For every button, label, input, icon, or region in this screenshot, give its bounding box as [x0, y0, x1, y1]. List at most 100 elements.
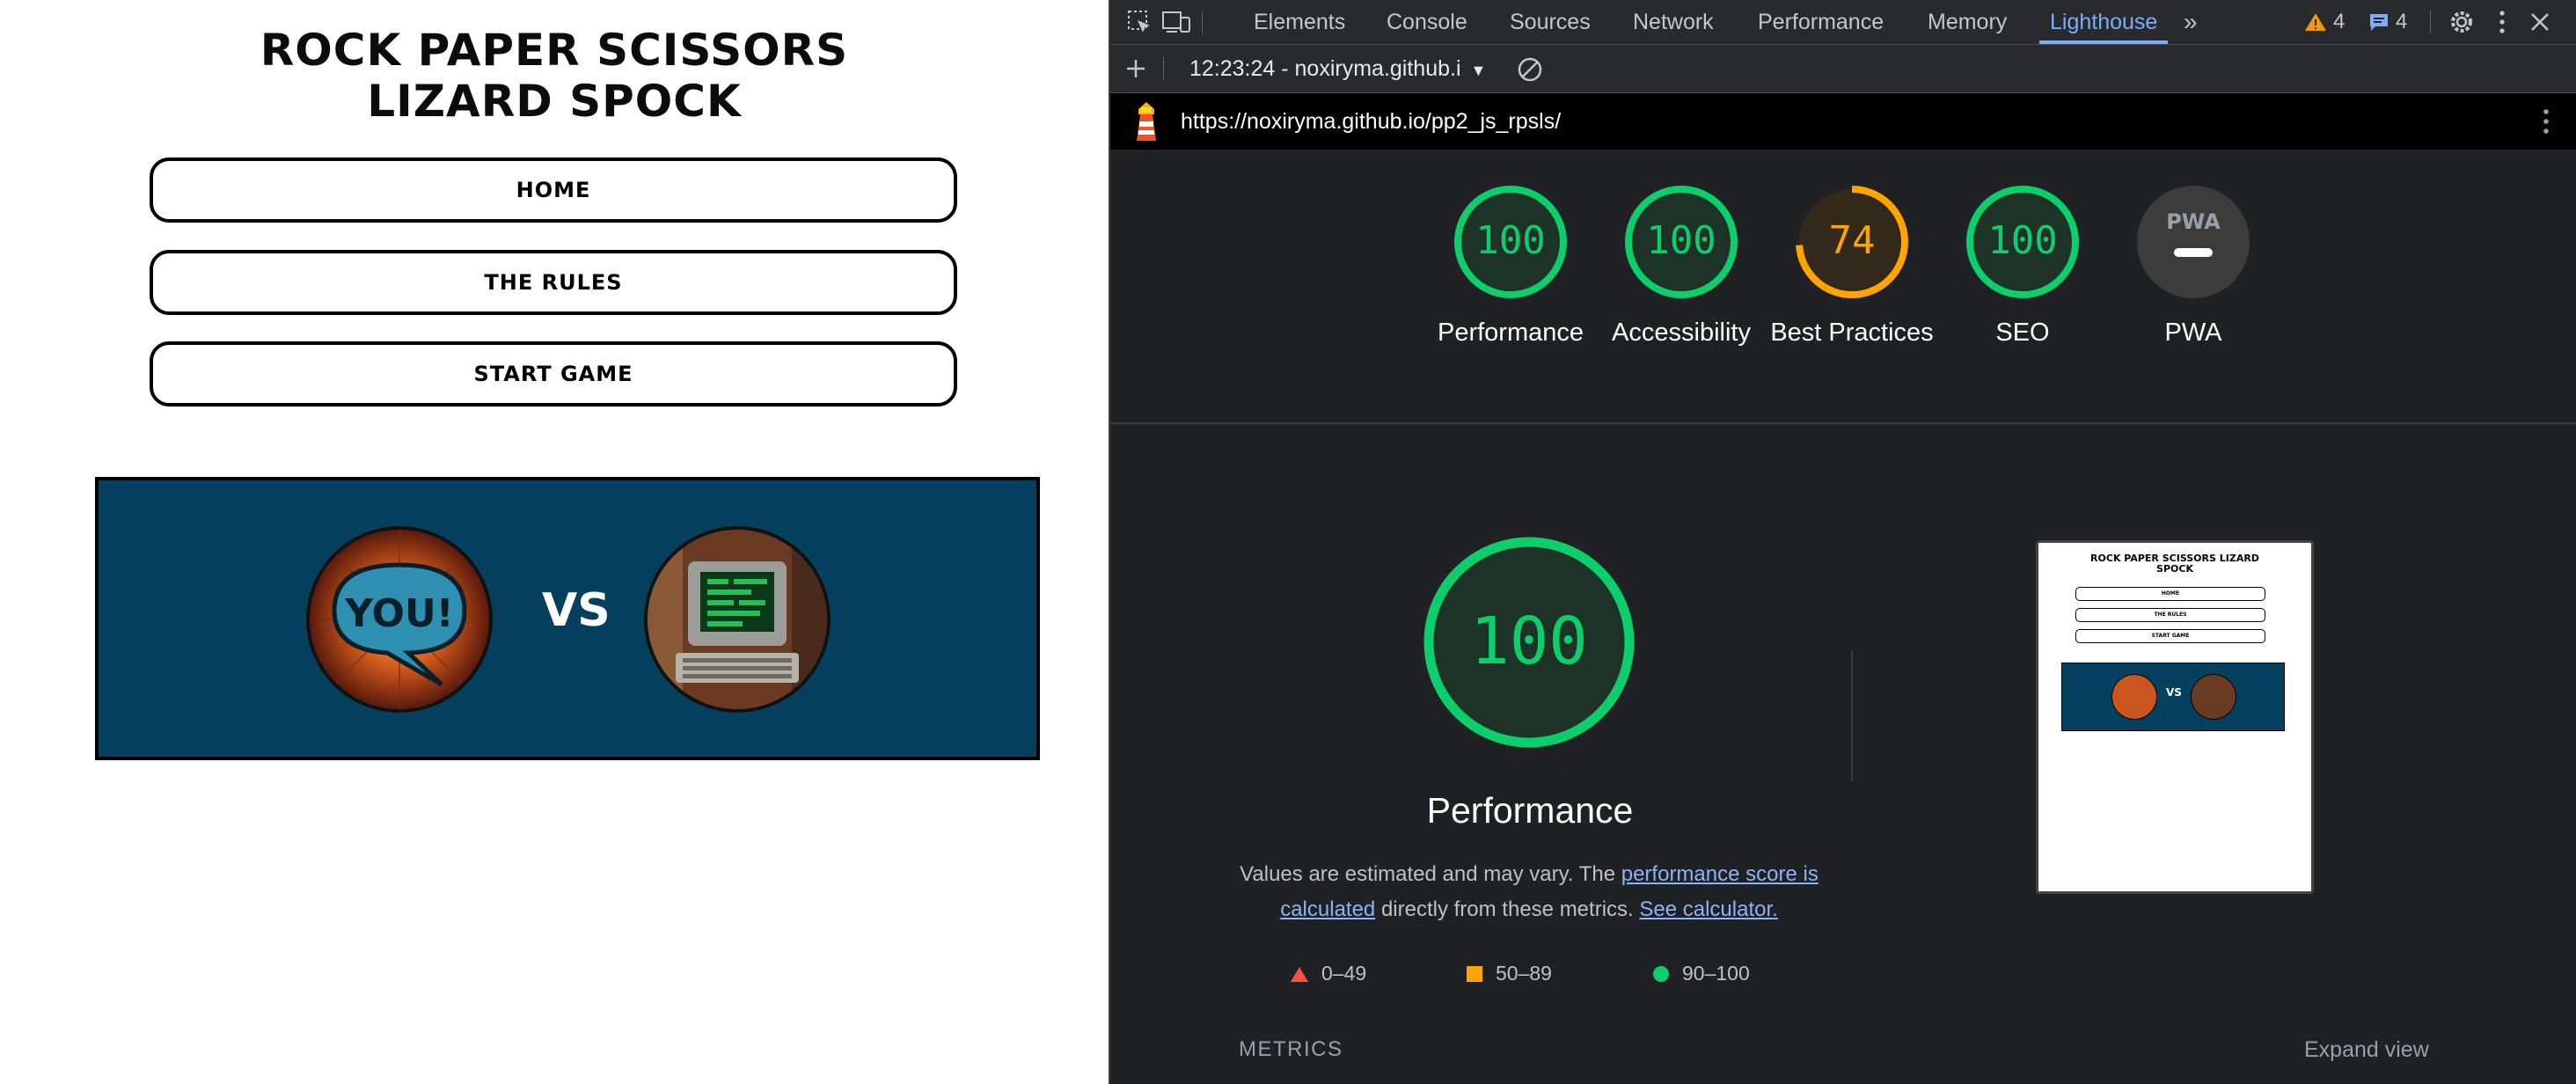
computer-avatar: [644, 526, 831, 713]
legend-pass: 90–100: [1652, 962, 1750, 985]
tab-performance[interactable]: Performance: [1758, 0, 1884, 44]
circle-icon: [1653, 966, 1669, 982]
thumb-player-avatar: [2111, 674, 2157, 720]
start-game-button-label: START GAME: [473, 362, 633, 386]
report-selector-label: 12:23:24 - noxiryma.github.i: [1189, 56, 1461, 81]
pwa-badge-icon: PWA: [2137, 186, 2250, 298]
tab-sources[interactable]: Sources: [1510, 0, 1591, 44]
desc-text: Values are estimated and may vary. The: [1240, 862, 1616, 886]
tab-network-label: Network: [1633, 10, 1714, 34]
toolbar-separator: [1202, 11, 1203, 33]
inspect-element-icon[interactable]: [1126, 9, 1153, 35]
gauge-seo-label: SEO: [1995, 319, 2050, 347]
gauge-pwa-label: PWA: [2164, 319, 2222, 347]
desc-text: directly from these metrics.: [1380, 897, 1634, 921]
gauge-ring: 74: [1796, 186, 1908, 298]
gauge-ring: 100: [1966, 186, 2079, 298]
rules-button[interactable]: THE RULES: [150, 250, 957, 315]
message-icon[interactable]: [2368, 12, 2389, 32]
gauge-performance[interactable]: 100: [1452, 183, 1570, 305]
gauge-score: 74: [1829, 218, 1876, 263]
thumb-title: ROCK PAPER SCISSORS LIZARD SPOCK: [2038, 553, 2311, 575]
clear-reports-icon[interactable]: [1517, 56, 1543, 83]
main-performance-gauge: 100: [1423, 537, 1635, 748]
gauge-ring: 100: [1454, 186, 1567, 298]
vertical-separator: [1851, 651, 1853, 781]
device-toolbar-icon[interactable]: [1161, 9, 1191, 35]
tab-elements-label: Elements: [1254, 10, 1346, 34]
toolbar-separator: [1163, 57, 1164, 80]
settings-gear-icon[interactable]: [2448, 8, 2476, 36]
devtools-panel: Elements Console Sources Network Perform…: [1109, 0, 2576, 1084]
lighthouse-logo-icon: [1137, 102, 1156, 141]
computer-icon: [648, 530, 827, 709]
close-devtools-icon[interactable]: [2528, 11, 2551, 33]
thumb-computer-avatar: [2191, 674, 2236, 720]
thumb-vs: VS: [2166, 686, 2182, 699]
messages-count[interactable]: 4: [2396, 0, 2407, 44]
expand-view-toggle[interactable]: Expand view: [2304, 1037, 2429, 1063]
main-score: 100: [1470, 604, 1588, 679]
report-url-bar: https://noxiryma.github.io/pp2_js_rpsls/: [1110, 93, 2576, 150]
gauge-score: 100: [1646, 218, 1716, 263]
tab-memory-label: Memory: [1928, 10, 2008, 34]
gauge-ring: 100: [1625, 186, 1738, 298]
toolbar-separator: [2430, 11, 2431, 33]
gauge-accessibility[interactable]: 100: [1622, 183, 1740, 305]
warnings-count[interactable]: 4: [2333, 0, 2345, 44]
home-button-label: HOME: [516, 178, 591, 202]
legend-range: 90–100: [1682, 962, 1750, 985]
versus-banner: YOU! VS: [95, 477, 1040, 760]
home-button[interactable]: HOME: [150, 157, 957, 223]
tab-elements[interactable]: Elements: [1254, 0, 1345, 44]
legend-range: 50–89: [1496, 962, 1552, 985]
legend-average: 50–89: [1466, 962, 1552, 985]
start-game-button[interactable]: START GAME: [150, 341, 957, 406]
gauge-pwa[interactable]: PWA: [2134, 183, 2252, 305]
devtools-tabbar: Elements Console Sources Network Perform…: [1110, 0, 2576, 45]
gauge-seo[interactable]: 100: [1964, 183, 2082, 305]
page-screenshot-thumbnail[interactable]: ROCK PAPER SCISSORS LIZARD SPOCK HOME TH…: [2036, 540, 2314, 894]
player-avatar: YOU!: [306, 526, 493, 713]
metrics-heading: METRICS: [1239, 1037, 1343, 1061]
gauge-score: 100: [1475, 218, 1545, 263]
page-title-text: ROCK PAPER SCISSORS LIZARD SPOCK: [260, 25, 849, 127]
you-speech-bubble-icon: YOU!: [310, 530, 489, 709]
thumb-banner: VS: [2061, 663, 2285, 731]
tab-performance-label: Performance: [1758, 10, 1884, 34]
page-title: ROCK PAPER SCISSORS LIZARD SPOCK: [0, 25, 1109, 127]
see-calculator-link[interactable]: See calculator.: [1639, 897, 1777, 921]
you-text: YOU!: [344, 591, 454, 636]
warning-icon[interactable]: [2304, 11, 2327, 33]
lighthouse-toolbar: 12:23:24 - noxiryma.github.i ▼: [1110, 45, 2576, 93]
square-icon: [1467, 966, 1482, 982]
tab-memory[interactable]: Memory: [1928, 0, 2007, 44]
thumb-start-button: START GAME: [2075, 629, 2265, 643]
pwa-badge-text: PWA: [2166, 209, 2221, 234]
thumb-home-button: HOME: [2075, 587, 2265, 601]
legend-fail: 0–49: [1290, 962, 1366, 985]
more-options-icon[interactable]: [2497, 9, 2507, 35]
gauge-performance-label: Performance: [1437, 319, 1584, 347]
report-selector-dropdown[interactable]: 12:23:24 - noxiryma.github.i ▼: [1189, 45, 1486, 92]
tab-sources-label: Sources: [1510, 10, 1591, 34]
gauge-score: 100: [1987, 218, 2057, 263]
website-viewport: ROCK PAPER SCISSORS LIZARD SPOCK HOME TH…: [0, 0, 1109, 1084]
more-tabs-chevron-icon[interactable]: »: [2184, 0, 2198, 44]
performance-heading: Performance: [1426, 790, 1634, 831]
gauge-best-practices-label: Best Practices: [1770, 319, 1934, 347]
tab-lighthouse-label: Lighthouse: [2050, 10, 2158, 34]
triangle-icon: [1291, 967, 1308, 982]
gauge-accessibility-label: Accessibility: [1612, 319, 1751, 347]
new-report-plus-icon[interactable]: [1124, 57, 1147, 80]
rules-button-label: THE RULES: [484, 270, 623, 295]
gauge-best-practices[interactable]: 74: [1793, 183, 1911, 305]
tab-lighthouse[interactable]: Lighthouse: [2038, 0, 2169, 44]
report-menu-icon[interactable]: [2541, 107, 2551, 136]
report-url[interactable]: https://noxiryma.github.io/pp2_js_rpsls/: [1181, 93, 1561, 150]
tab-console[interactable]: Console: [1387, 0, 1467, 44]
performance-description: Values are estimated and may vary. The p…: [1230, 857, 1828, 927]
vs-text: VS: [542, 584, 611, 637]
thumb-title-text: ROCK PAPER SCISSORS LIZARD SPOCK: [2090, 553, 2259, 575]
tab-network[interactable]: Network: [1633, 0, 1714, 44]
